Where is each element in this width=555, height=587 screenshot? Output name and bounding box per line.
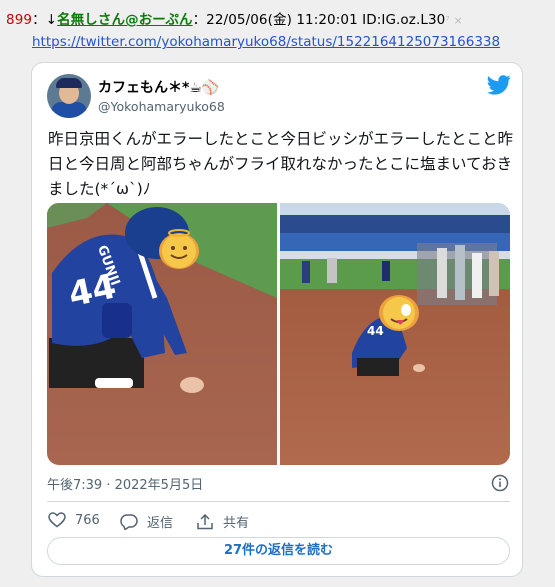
tweet-timestamp[interactable]: 午後7:39 · 2022年5月5日	[47, 474, 203, 493]
share-label: 共有	[223, 516, 250, 531]
post-number[interactable]: 899	[6, 12, 32, 28]
share-icon	[197, 513, 213, 529]
tweet-text: 昨日京田くんがエラーしたとこと今日ビッシがエラーしたとこと昨日と今日周と阿部ちゃ…	[48, 130, 514, 198]
twitter-bird-icon[interactable]	[487, 75, 511, 95]
photo-right[interactable]: 44	[280, 203, 510, 465]
reply-label: 返信	[147, 516, 174, 531]
info-icon[interactable]	[491, 474, 509, 492]
post-icons[interactable]: ⁷ ×	[445, 14, 462, 27]
reply-arrow: ↓	[45, 12, 58, 28]
reply-icon	[120, 513, 138, 530]
reply-button[interactable]: 返信	[120, 512, 173, 531]
post-meta: ：22/05/06(金) 11:20:01 ID:IG.oz.L30	[192, 12, 446, 28]
divider	[47, 501, 510, 502]
read-replies-button[interactable]: 27件の返信を読む	[47, 537, 510, 565]
avatar[interactable]	[47, 74, 91, 118]
user-handle[interactable]: @Yokohamaryuko68	[98, 99, 225, 114]
post-separator: ：	[32, 12, 46, 28]
like-count: 766	[75, 512, 100, 528]
jersey-number-2: 44	[367, 324, 384, 338]
like-button[interactable]: 766	[48, 512, 100, 528]
heart-icon	[48, 512, 66, 528]
poster-name[interactable]: 名無しさん@おーぷん	[57, 12, 192, 28]
share-button[interactable]: 共有	[196, 512, 249, 531]
tweet-media[interactable]: 44 GUNJI 44	[47, 203, 510, 465]
display-name[interactable]: カフェもん＊*☕⚾	[98, 77, 219, 97]
photo-left[interactable]: 44 GUNJI	[47, 203, 277, 465]
tweet-link[interactable]: https://twitter.com/yokohamaryuko68/stat…	[32, 34, 500, 50]
post-header: 899：↓名無しさん@おーぷん：22/05/06(金) 11:20:01 ID:…	[6, 8, 463, 28]
tweet-card: カフェもん＊*☕⚾ @Yokohamaryuko68 昨日京田くんがエラーしたと…	[31, 62, 523, 577]
